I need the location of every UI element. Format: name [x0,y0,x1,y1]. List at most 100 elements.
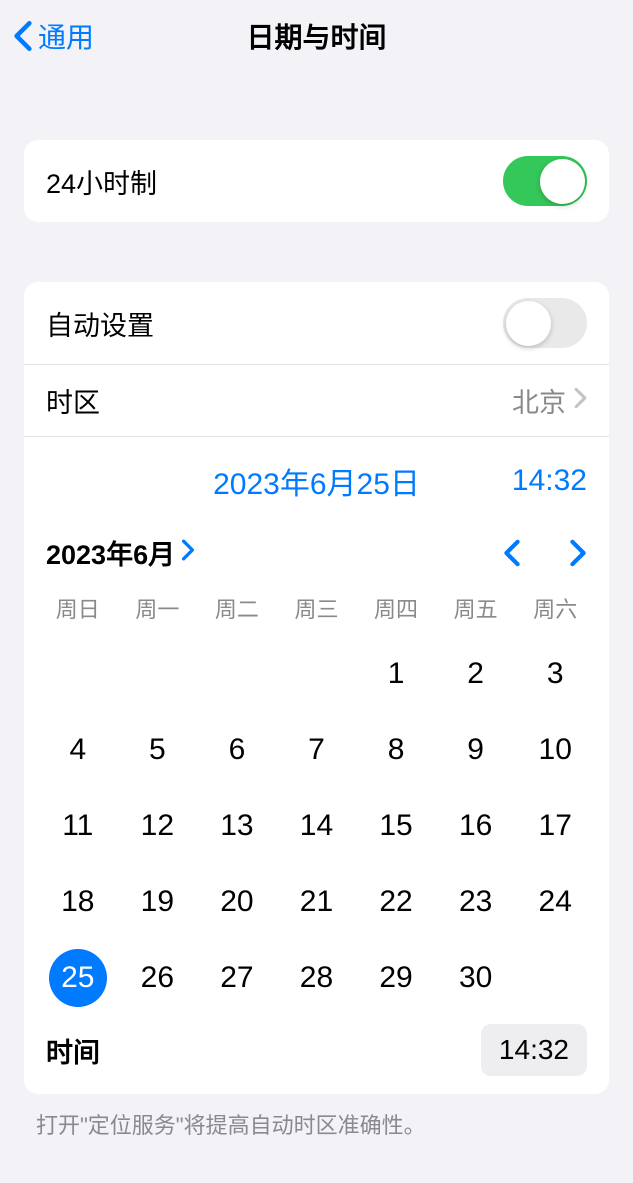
toggle-knob [506,301,551,346]
day-cell[interactable]: 18 [38,864,118,940]
day-cell[interactable]: 19 [118,864,198,940]
day-cell[interactable]: 17 [515,788,595,864]
weekday-label: 周六 [515,586,595,630]
chevron-left-icon [12,20,34,52]
day-cell[interactable]: 7 [277,712,357,788]
day-cell[interactable]: 6 [197,712,277,788]
month-picker[interactable]: 2023年6月 [46,533,503,572]
day-number: 29 [367,949,425,1007]
label-24h-format: 24小时制 [46,162,503,201]
calendar-grid: 1234567891011121314151617181920212223242… [24,636,609,1016]
day-cell-empty [277,636,357,712]
day-number: 20 [208,873,266,931]
day-cell[interactable]: 5 [118,712,198,788]
page-title: 日期与时间 [246,16,386,56]
day-cell[interactable]: 9 [436,712,516,788]
day-number: 10 [526,721,584,779]
day-cell[interactable]: 21 [277,864,357,940]
day-cell-empty [38,636,118,712]
day-cell[interactable]: 11 [38,788,118,864]
time-display[interactable]: 14:32 [512,464,587,498]
day-cell-empty [118,636,198,712]
toggle-auto-set[interactable] [503,298,587,348]
weekday-row: 周日周一周二周三周四周五周六 [24,586,609,630]
day-number: 24 [526,873,584,931]
day-number: 22 [367,873,425,931]
day-cell[interactable]: 3 [515,636,595,712]
weekday-label: 周二 [197,586,277,630]
next-month-button[interactable] [569,539,587,567]
day-number: 18 [49,873,107,931]
settings-group-1: 24小时制 [24,140,609,222]
day-cell[interactable]: 16 [436,788,516,864]
weekday-label: 周日 [38,586,118,630]
row-24h-format: 24小时制 [24,140,609,222]
day-cell[interactable]: 2 [436,636,516,712]
day-number: 19 [128,873,186,931]
day-number: 25 [49,949,107,1007]
day-number: 4 [49,721,107,779]
day-cell[interactable]: 1 [356,636,436,712]
day-number: 5 [128,721,186,779]
date-display[interactable]: 2023年6月25日 [213,459,420,503]
weekday-label: 周一 [118,586,198,630]
day-cell[interactable]: 28 [277,940,357,1016]
row-auto-set: 自动设置 [24,282,609,365]
toggle-knob [540,159,585,204]
day-number: 14 [287,797,345,855]
day-number: 9 [447,721,505,779]
label-auto-set: 自动设置 [46,304,503,343]
day-cell[interactable]: 24 [515,864,595,940]
row-time-picker: 时间 14:32 [24,1016,609,1094]
day-cell-empty [197,636,277,712]
back-button[interactable]: 通用 [12,16,94,56]
month-label: 2023年6月 [46,533,175,572]
month-nav [503,539,587,567]
day-cell[interactable]: 23 [436,864,516,940]
day-number: 3 [526,645,584,703]
day-cell[interactable]: 4 [38,712,118,788]
chevron-right-icon [574,385,587,416]
day-number: 16 [447,797,505,855]
toggle-24h-format[interactable] [503,156,587,206]
day-number: 21 [287,873,345,931]
weekday-label: 周五 [436,586,516,630]
day-number: 12 [128,797,186,855]
day-number: 23 [447,873,505,931]
nav-header: 通用 日期与时间 [0,0,633,72]
prev-month-button[interactable] [503,539,521,567]
day-number: 28 [287,949,345,1007]
day-cell[interactable]: 26 [118,940,198,1016]
row-timezone[interactable]: 时区 北京 [24,365,609,437]
day-cell[interactable]: 10 [515,712,595,788]
day-cell[interactable]: 12 [118,788,198,864]
weekday-label: 周四 [356,586,436,630]
day-cell[interactable]: 25 [38,940,118,1016]
day-cell[interactable]: 30 [436,940,516,1016]
day-cell[interactable]: 29 [356,940,436,1016]
day-cell[interactable]: 27 [197,940,277,1016]
time-value-button[interactable]: 14:32 [481,1024,587,1076]
day-cell[interactable]: 22 [356,864,436,940]
day-number: 6 [208,721,266,779]
day-number: 13 [208,797,266,855]
day-cell[interactable]: 13 [197,788,277,864]
row-current-date-time: 2023年6月25日 14:32 [24,437,609,525]
day-number: 11 [49,797,107,855]
day-cell[interactable]: 20 [197,864,277,940]
chevron-right-icon [569,539,587,567]
day-cell[interactable]: 8 [356,712,436,788]
weekday-label: 周三 [277,586,357,630]
footer-hint: 打开"定位服务"将提高自动时区准确性。 [0,1094,633,1140]
day-cell[interactable]: 14 [277,788,357,864]
calendar-header: 2023年6月 [24,525,609,586]
day-cell[interactable]: 15 [356,788,436,864]
day-number: 1 [367,645,425,703]
day-number: 15 [367,797,425,855]
day-number: 30 [447,949,505,1007]
back-label: 通用 [38,16,94,56]
time-label: 时间 [46,1031,481,1070]
chevron-left-icon [503,539,521,567]
day-number: 8 [367,721,425,779]
day-number: 27 [208,949,266,1007]
